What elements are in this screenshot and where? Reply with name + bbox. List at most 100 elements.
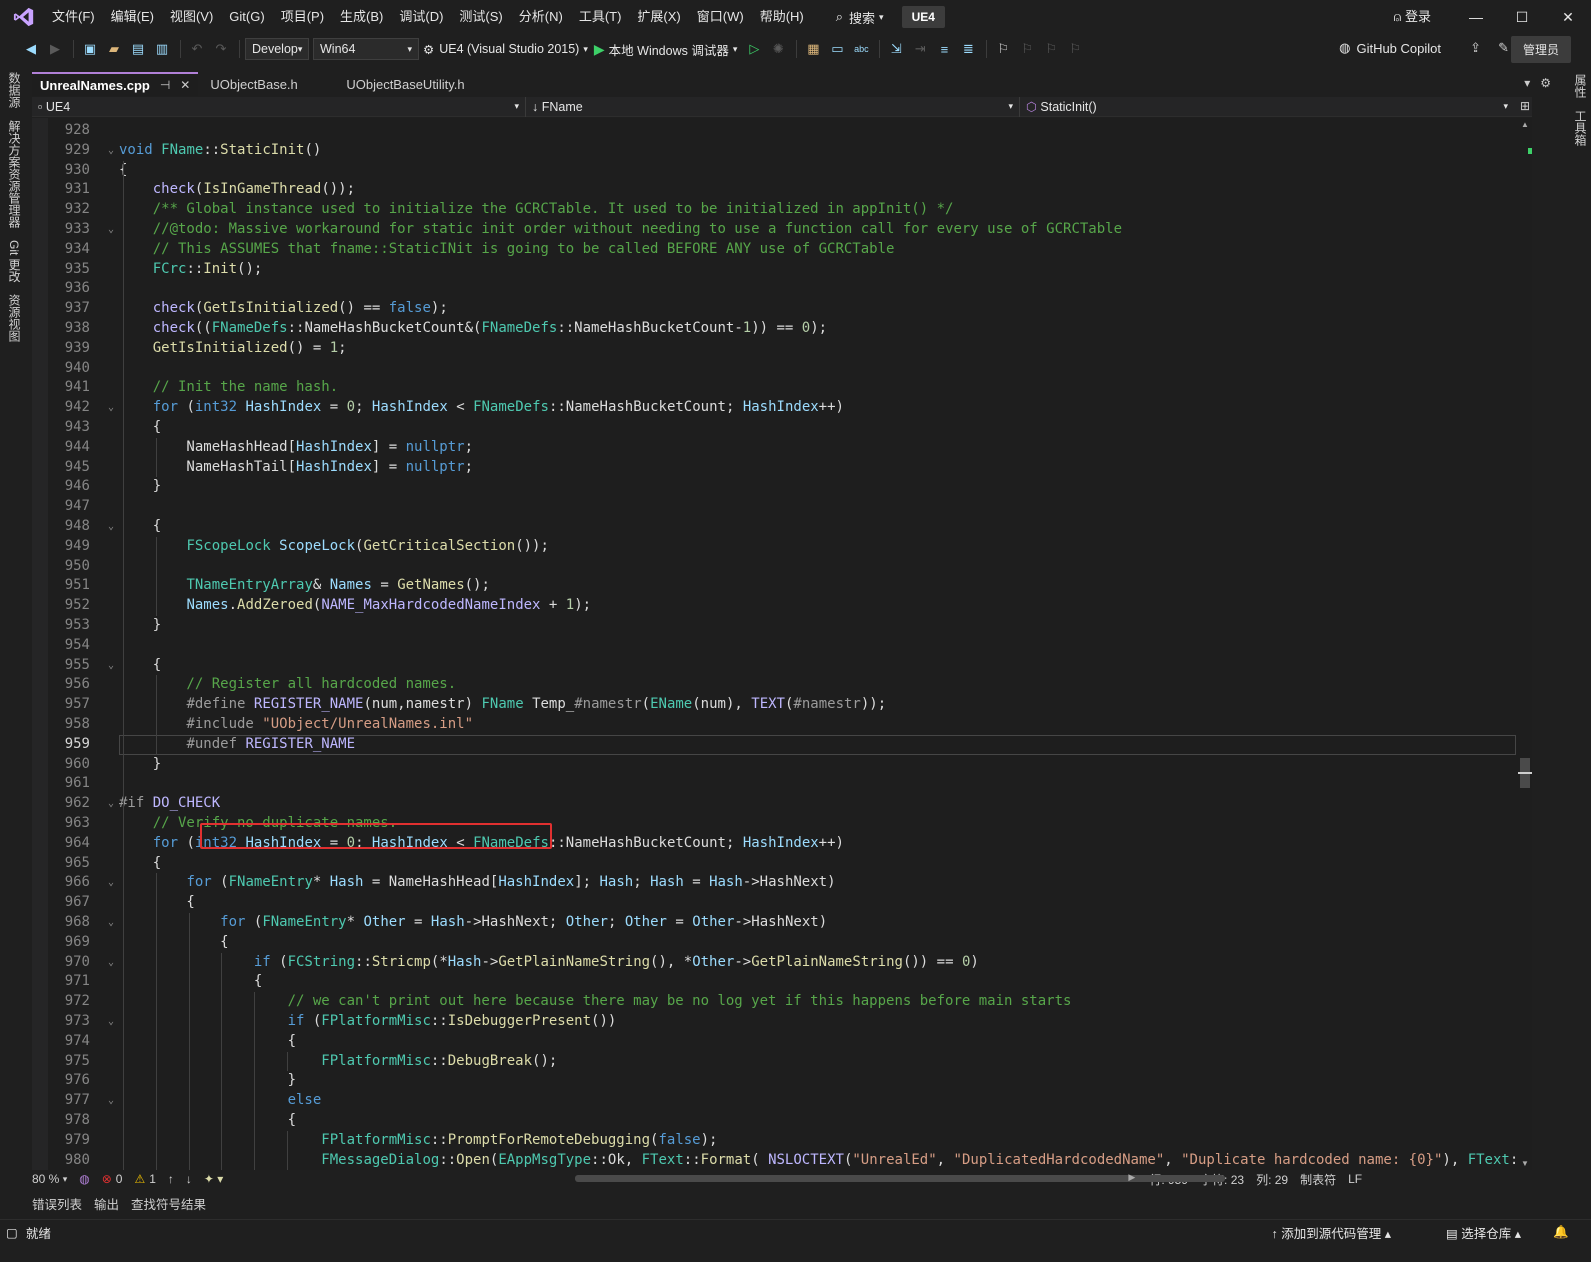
menu-debug[interactable]: 调试(D) xyxy=(391,4,451,30)
code-line[interactable]: 961 xyxy=(32,774,1518,794)
code-line[interactable]: 949 FScopeLock ScopeLock(GetCriticalSect… xyxy=(32,537,1518,557)
window-layout-icon[interactable]: ▭ xyxy=(826,38,848,60)
code-line[interactable]: 947 xyxy=(32,497,1518,517)
tab-error-list[interactable]: 错误列表 xyxy=(26,1194,88,1213)
undo-icon[interactable]: ↶ xyxy=(186,38,208,60)
share-icon[interactable]: ⇪ xyxy=(1470,40,1481,56)
minimize-button[interactable]: — xyxy=(1453,0,1499,34)
code-line[interactable]: 928 xyxy=(32,121,1518,141)
menu-git[interactable]: Git(G) xyxy=(221,4,272,30)
copilot-status-icon[interactable]: ◍ xyxy=(79,1172,89,1186)
add-to-source-control-button[interactable]: ↑ 添加到源代码管理 ▴ xyxy=(1272,1223,1392,1242)
fold-toggle-icon[interactable]: ⌄ xyxy=(108,656,114,676)
menu-file[interactable]: 文件(F) xyxy=(44,4,103,30)
code-line[interactable]: 959 #undef REGISTER_NAME xyxy=(32,734,1518,755)
code-line[interactable]: 950 xyxy=(32,557,1518,577)
menu-analyze[interactable]: 分析(N) xyxy=(511,4,571,30)
menu-project[interactable]: 项目(P) xyxy=(273,4,332,30)
menu-build[interactable]: 生成(B) xyxy=(332,4,391,30)
menu-test[interactable]: 测试(S) xyxy=(451,4,510,30)
tab-find-symbol-results[interactable]: 查找符号结果 xyxy=(125,1194,212,1213)
platform-dropdown[interactable]: Win64 ▾ xyxy=(313,38,419,60)
code-line[interactable]: 935 FCrc::Init(); xyxy=(32,260,1518,280)
side-tab-solution-explorer[interactable]: 解决方案资源管理器 xyxy=(6,120,23,228)
clear-bookmarks-icon[interactable]: ⚐ xyxy=(1064,38,1086,60)
menu-edit[interactable]: 编辑(E) xyxy=(103,4,162,30)
fold-toggle-icon[interactable]: ⌄ xyxy=(108,1091,114,1111)
solution-config-dropdown[interactable]: Develop ▾ xyxy=(245,38,309,60)
open-folder-icon[interactable]: ▰ xyxy=(103,38,125,60)
code-line[interactable]: 965 { xyxy=(32,854,1518,874)
code-line[interactable]: 955 ⌄ { xyxy=(32,656,1518,676)
code-line[interactable]: 940 xyxy=(32,359,1518,379)
code-line[interactable]: 931 check(IsInGameThread()); xyxy=(32,180,1518,200)
hot-reload-icon[interactable]: ✺ xyxy=(767,38,789,60)
startup-project-dropdown[interactable]: ⚙ UE4 (Visual Studio 2015) ▾ xyxy=(423,42,588,57)
scope-dropdown[interactable]: ↓ FName ▾ xyxy=(526,96,1020,117)
fold-toggle-icon[interactable]: ⌄ xyxy=(108,1012,114,1032)
feedback-icon[interactable]: ✎ xyxy=(1498,40,1509,56)
code-line[interactable]: 929 ⌄ void FName::StaticInit() xyxy=(32,141,1518,161)
column-indicator[interactable]: 列: 29 xyxy=(1256,1171,1288,1188)
save-icon[interactable]: ▤ xyxy=(127,38,149,60)
menu-tools[interactable]: 工具(T) xyxy=(571,4,630,30)
vertical-scrollbar[interactable]: ▲ ▼ xyxy=(1518,118,1532,1170)
side-tab-data-sources[interactable]: 数据源 xyxy=(6,72,23,108)
errors-indicator[interactable]: ⊗ 0 xyxy=(102,1172,123,1186)
horizontal-scrollbar[interactable]: ▶ xyxy=(235,1170,1226,1188)
code-line[interactable]: 954 xyxy=(32,636,1518,656)
search-button[interactable]: ⌕ 搜索 ▾ xyxy=(828,5,892,29)
code-line[interactable]: 944 NameHashHead[HashIndex] = nullptr; xyxy=(32,438,1518,458)
side-tab-git-changes[interactable]: Git 更改 xyxy=(6,240,23,283)
fold-toggle-icon[interactable]: ⌄ xyxy=(108,913,114,933)
tab-list-dropdown-icon[interactable]: ▾ ⚙ xyxy=(1524,76,1551,90)
select-repository-button[interactable]: ▤ 选择仓库 ▴ xyxy=(1446,1223,1521,1242)
code-line[interactable]: 968 ⌄ for (FNameEntry* Other = Hash->Hash… xyxy=(32,913,1518,933)
side-tab-resource-view[interactable]: 资源视图 xyxy=(6,294,23,342)
start-without-debugging-icon[interactable]: ▷ xyxy=(743,38,765,60)
code-line[interactable]: 952 Names.AddZeroed(NAME_MaxHardcodedNam… xyxy=(32,596,1518,616)
project-dropdown[interactable]: ▫ UE4 ▾ xyxy=(32,96,526,117)
pin-icon[interactable]: ⊣ xyxy=(160,78,170,92)
new-project-icon[interactable]: ▣ xyxy=(79,38,101,60)
fold-toggle-icon[interactable]: ⌄ xyxy=(108,873,114,893)
tab-uobjectbaseutility-h[interactable]: UObjectBaseUtility.h xyxy=(338,72,502,96)
fold-toggle-icon[interactable]: ⌄ xyxy=(108,220,114,240)
code-line[interactable]: 948 ⌄ { xyxy=(32,517,1518,537)
fold-toggle-icon[interactable]: ⌄ xyxy=(108,141,114,161)
fold-toggle-icon[interactable]: ⌄ xyxy=(108,953,114,973)
start-debugging-button[interactable]: ▶ 本地 Windows 调试器 ▾ xyxy=(594,40,737,59)
code-line[interactable]: 956 // Register all hardcoded names. xyxy=(32,675,1518,695)
solution-explorer-icon[interactable]: ▦ xyxy=(802,38,824,60)
code-line[interactable]: 967 { xyxy=(32,893,1518,913)
scroll-right-icon[interactable]: ▶ xyxy=(1128,1172,1135,1183)
navigate-forward-icon[interactable]: ▶ xyxy=(44,38,66,60)
side-tab-properties[interactable]: 属性 xyxy=(1572,74,1589,98)
side-tab-toolbox[interactable]: 工具箱 xyxy=(1572,110,1589,146)
bookmark-icon[interactable]: ⚐ xyxy=(992,38,1014,60)
code-line[interactable]: 941 // Init the name hash. xyxy=(32,378,1518,398)
previous-bookmark-icon[interactable]: ⚐ xyxy=(1016,38,1038,60)
tab-output[interactable]: 输出 xyxy=(88,1194,125,1213)
spell-check-icon[interactable]: abc xyxy=(850,38,872,60)
step-into-icon[interactable]: ⇲ xyxy=(885,38,907,60)
code-line[interactable]: 943 { xyxy=(32,418,1518,438)
code-line[interactable]: 969 { xyxy=(32,933,1518,953)
code-line[interactable]: 970 ⌄ if (FCString::Stricmp(*Hash->GetPla… xyxy=(32,953,1518,973)
maximize-button[interactable]: ☐ xyxy=(1499,0,1545,34)
code-line[interactable]: 957 #define REGISTER_NAME(num,namestr) F… xyxy=(32,695,1518,715)
save-all-icon[interactable]: ▥ xyxy=(151,38,173,60)
uncomment-icon[interactable]: ≣ xyxy=(957,38,979,60)
member-dropdown[interactable]: ⬡ StaticInit() ▾ xyxy=(1020,97,1514,117)
menu-view[interactable]: 视图(V) xyxy=(162,4,221,30)
code-line[interactable]: 936 xyxy=(32,279,1518,299)
code-line[interactable]: 946 } xyxy=(32,477,1518,497)
notifications-icon[interactable]: 🔔 xyxy=(1553,1225,1569,1240)
code-line[interactable]: 953 } xyxy=(32,616,1518,636)
login-button[interactable]: ⍝ 登录 xyxy=(1394,6,1431,25)
tab-uobjectbase-h[interactable]: UObjectBase.h xyxy=(202,72,334,96)
next-bookmark-icon[interactable]: ⚐ xyxy=(1040,38,1062,60)
zoom-dropdown[interactable]: 80 % ▾ xyxy=(32,1172,67,1186)
code-line[interactable]: 971 { xyxy=(32,972,1518,992)
step-over-icon[interactable]: ⇥ xyxy=(909,38,931,60)
